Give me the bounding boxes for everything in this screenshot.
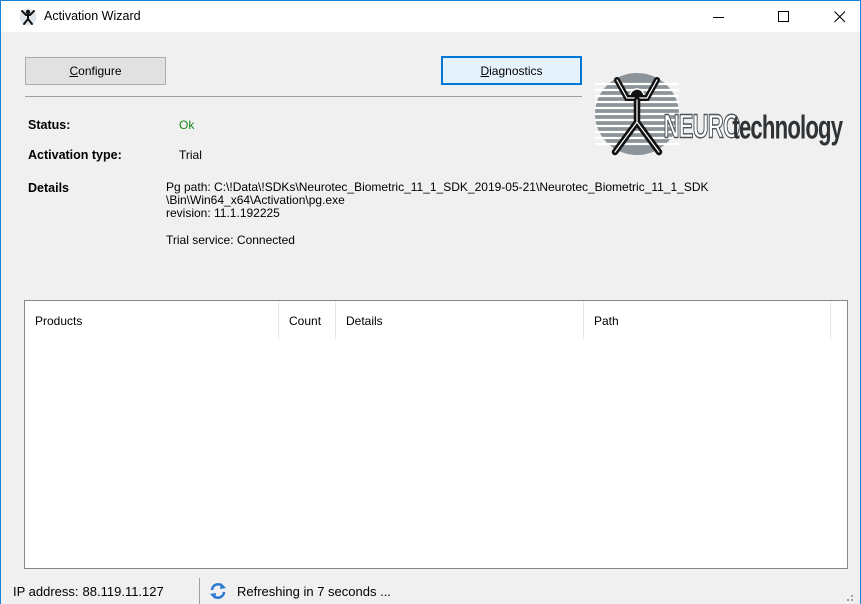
products-list[interactable]: Products Count Details Path <box>24 300 848 569</box>
status-bar: IP address: 88.119.11.127 Refreshing in 7… <box>1 574 860 604</box>
neurotechnology-figure-icon <box>19 8 37 26</box>
minimize-icon <box>713 16 724 18</box>
status-divider <box>199 578 200 604</box>
details-line-trial-service: Trial service: Connected <box>166 233 295 247</box>
title-bar[interactable]: Activation Wizard <box>1 1 860 32</box>
column-header-path[interactable]: Path <box>584 301 831 339</box>
maximize-button[interactable] <box>761 1 807 32</box>
products-list-header: Products Count Details Path <box>25 301 847 339</box>
minimize-button[interactable] <box>696 1 742 32</box>
ip-address-value: 88.119.11.127 <box>82 584 164 599</box>
refresh-status-text: Refreshing in 7 seconds ... <box>237 584 391 599</box>
window-title: Activation Wizard <box>44 9 141 23</box>
details-text: Pg path: C:\!Data\!SDKs\Neurotec_Biometr… <box>166 181 851 247</box>
column-header-count[interactable]: Count <box>279 301 336 339</box>
header-separator <box>25 96 582 97</box>
ip-address: IP address: 88.119.11.127 <box>13 584 168 599</box>
close-icon <box>834 10 846 22</box>
activation-type-label: Activation type: <box>28 148 122 162</box>
close-button[interactable] <box>817 1 861 32</box>
ip-address-label: IP address: <box>13 584 79 599</box>
logo-text-rest: technology <box>732 109 843 147</box>
activation-type-value: Trial <box>179 148 202 162</box>
details-label: Details <box>28 181 69 195</box>
refresh-icon <box>210 583 226 599</box>
resize-grip-icon[interactable] <box>844 592 854 602</box>
maximize-icon <box>778 10 789 22</box>
diagnostics-accelerator: D <box>480 63 490 78</box>
diagnostics-button[interactable]: Diagnostics <box>441 56 582 85</box>
status-value: Ok <box>179 118 195 132</box>
diagnostics-label: iagnostics <box>489 63 543 78</box>
client-area: Configure Diagnostics Status: Ok Activat… <box>1 32 860 604</box>
column-header-products[interactable]: Products <box>25 301 279 339</box>
logo-text-caps: NEURO <box>664 108 740 146</box>
activation-wizard-window: Activation Wizard Configure Diagnostics … <box>0 0 861 604</box>
column-header-details[interactable]: Details <box>336 301 584 339</box>
status-label: Status: <box>28 118 71 132</box>
configure-accelerator: C <box>69 64 79 78</box>
configure-button[interactable]: Configure <box>25 57 166 85</box>
details-line-revision: revision: 11.1.192225 <box>166 206 280 220</box>
neurotechnology-logo: NEURO technology <box>595 73 844 156</box>
configure-label: onfigure <box>78 64 122 78</box>
